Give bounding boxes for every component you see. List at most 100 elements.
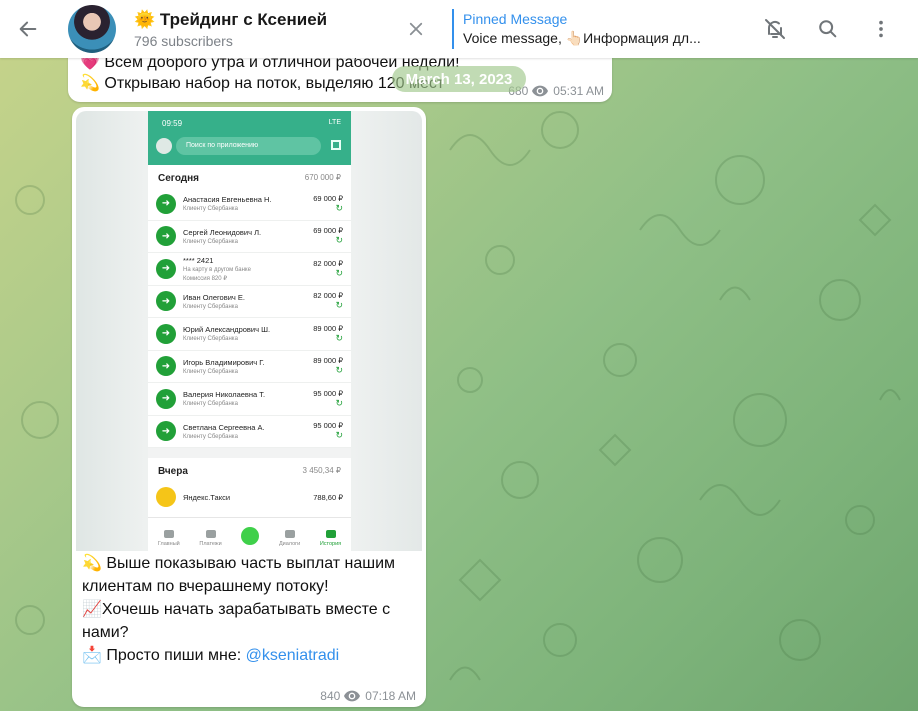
- transaction-row: Яндекс.Такси 788,60 ₽: [148, 481, 351, 514]
- message-bubble-photo[interactable]: 09:59 LTE Поиск по приложению Сегодня 67…: [72, 107, 426, 707]
- transaction-name: Валерия Николаевна Т.: [183, 390, 266, 400]
- transaction-desc: Клиенту Сбербанка: [183, 238, 238, 245]
- transaction-row: ➜ **** 2421 На карту в другом банке Комисси…: [148, 253, 351, 286]
- transaction-desc: Клиенту Сбербанка: [183, 336, 238, 343]
- transaction-desc: Клиенту Сбербанка: [183, 433, 238, 440]
- transfer-arrow-icon: ➜: [156, 258, 176, 279]
- eye-icon: [532, 85, 549, 97]
- transfer-arrow-icon: ➜: [156, 226, 176, 247]
- yesterday-section-header: Вчера 3 450,34 ₽: [148, 458, 351, 481]
- caption-line: 💫 Выше показываю часть выплат нашим клие…: [82, 555, 396, 595]
- repeat-icon: ↻: [335, 202, 343, 213]
- channel-avatar[interactable]: [68, 5, 116, 53]
- section-sum: 670 000 ₽: [304, 173, 341, 182]
- eye-icon: [344, 690, 361, 702]
- message-time: 07:18 AM: [365, 689, 416, 703]
- transaction-amount: 69 000 ₽: [313, 226, 343, 236]
- nav-item-history: История: [320, 530, 341, 547]
- section-label: Сегодня: [158, 173, 200, 184]
- status-time: 09:59: [162, 119, 183, 128]
- transaction-row: ➜ Иван Олегович Е. Клиенту Сбербанка 82 000…: [148, 286, 351, 318]
- transaction-name: **** 2421: [183, 255, 214, 265]
- transfer-arrow-icon: ➜: [156, 291, 176, 312]
- transaction-row: ➜ Юрий Александрович Ш. Клиенту Сбербанка 8…: [148, 318, 351, 351]
- arrow-left-icon: [19, 21, 37, 37]
- repeat-icon: ↻: [335, 300, 343, 311]
- mute-button[interactable]: [751, 5, 799, 53]
- transaction-name: Светлана Сергеевна А.: [183, 422, 265, 432]
- caption-line: 📩 Просто пиши мне: @kseniatradi: [82, 644, 412, 667]
- transfer-arrow-icon: ➜: [156, 323, 176, 344]
- transaction-desc: Клиенту Сбербанка: [183, 368, 238, 375]
- transaction-name: Яндекс.Такси: [183, 492, 231, 502]
- nav-item-dialogs: Диалоги: [279, 530, 300, 547]
- pinned-text: Voice message, 👆🏻Информация дл...: [463, 30, 701, 46]
- transaction-list: ➜ Анастасия Евгеньевна Н. Клиенту Сбербанк…: [148, 188, 351, 448]
- pinned-title: Pinned Message: [463, 11, 568, 27]
- transaction-row: ➜ Валерия Николаевна Т. Клиенту Сбербанка 9…: [148, 383, 351, 416]
- transfer-arrow-icon: ➜: [156, 388, 176, 409]
- transaction-row: ➜ Игорь Владимирович Г. Клиенту Сбербанка 8…: [148, 351, 351, 383]
- app-bottom-nav: Главный Платежи Диалоги История: [148, 517, 351, 551]
- nav-item-payments: Платежи: [199, 530, 222, 547]
- back-button[interactable]: [0, 0, 56, 58]
- chat-header: 🌞 Трейдинг с Ксенией 796 subscribers Pin…: [0, 0, 918, 58]
- transaction-row: ➜ Светлана Сергеевна А. Клиенту Сбербанка 9…: [148, 416, 351, 448]
- message-photo[interactable]: 09:59 LTE Поиск по приложению Сегодня 67…: [76, 111, 422, 551]
- status-network: LTE: [328, 119, 341, 126]
- transaction-desc: Клиенту Сбербанка: [183, 401, 238, 408]
- bank-app-screenshot: 09:59 LTE Поиск по приложению Сегодня 67…: [148, 111, 351, 551]
- subscriber-count: 796 subscribers: [134, 32, 233, 49]
- qr-icon: [331, 140, 341, 150]
- message-caption: 💫 Выше показываю часть выплат нашим клие…: [82, 552, 412, 667]
- username-link[interactable]: @kseniatradi: [246, 647, 340, 664]
- transaction-amount: 95 000 ₽: [313, 421, 343, 431]
- message-meta: 840 07:18 AM: [320, 689, 416, 703]
- transaction-row: ➜ Сергей Леонидович Л. Клиенту Сбербанка 69…: [148, 221, 351, 253]
- transaction-fee: Комиссия 820 ₽: [183, 275, 228, 282]
- close-pinned-button[interactable]: [396, 9, 436, 49]
- today-section-header: Сегодня 670 000 ₽: [148, 165, 351, 188]
- transaction-amount: 82 000 ₽: [313, 258, 343, 268]
- transaction-name: Сергей Леонидович Л.: [183, 227, 262, 237]
- nav-item-main: Главный: [158, 530, 180, 547]
- transaction-amount: 95 000 ₽: [313, 388, 343, 398]
- repeat-icon: ↻: [335, 332, 343, 343]
- repeat-icon: ↻: [335, 235, 343, 246]
- caption-text: 📩 Просто пиши мне:: [82, 647, 246, 664]
- message-time: 05:31 AM: [553, 84, 604, 98]
- transaction-amount: 69 000 ₽: [313, 193, 343, 203]
- taxi-icon: [156, 487, 176, 508]
- section-label: Вчера: [158, 466, 188, 477]
- section-sum: 3 450,34 ₽: [302, 466, 341, 475]
- transaction-name: Игорь Владимирович Г.: [183, 357, 265, 367]
- close-icon: [409, 22, 423, 36]
- transaction-desc: Клиенту Сбербанка: [183, 206, 238, 213]
- transaction-amount: 788,60 ₽: [313, 492, 343, 502]
- repeat-icon: ↻: [335, 397, 343, 408]
- bell-off-icon: [765, 19, 785, 39]
- repeat-icon: ↻: [335, 267, 343, 278]
- date-separator: March 13, 2023: [392, 66, 526, 92]
- caption-line: 📈Хочешь начать зарабатывать вместе с нам…: [82, 601, 391, 641]
- section-divider: [148, 448, 351, 458]
- repeat-icon: ↻: [335, 365, 343, 376]
- pinned-message-bar[interactable]: Pinned Message Voice message, 👆🏻Информац…: [452, 9, 722, 49]
- app-top-bar: 09:59 LTE Поиск по приложению: [148, 111, 351, 165]
- transaction-desc: Клиенту Сбербанка: [183, 303, 238, 310]
- transaction-name: Иван Олегович Е.: [183, 292, 245, 302]
- channel-info[interactable]: 🌞 Трейдинг с Ксенией 796 subscribers: [134, 10, 384, 49]
- transaction-amount: 89 000 ₽: [313, 323, 343, 333]
- nav-item-assistant: [241, 527, 260, 547]
- repeat-icon: ↻: [335, 430, 343, 441]
- search-button[interactable]: [804, 5, 852, 53]
- transaction-row: ➜ Анастасия Евгеньевна Н. Клиенту Сбербанк…: [148, 188, 351, 221]
- more-menu-button[interactable]: [857, 5, 905, 53]
- transaction-name: Анастасия Евгеньевна Н.: [183, 195, 272, 205]
- channel-title: 🌞 Трейдинг с Ксенией: [134, 9, 328, 29]
- transfer-arrow-icon: ➜: [156, 356, 176, 377]
- search-icon: [819, 20, 837, 38]
- more-vertical-icon: [879, 20, 883, 38]
- transaction-amount: 82 000 ₽: [313, 291, 343, 301]
- transaction-name: Юрий Александрович Ш.: [183, 325, 271, 335]
